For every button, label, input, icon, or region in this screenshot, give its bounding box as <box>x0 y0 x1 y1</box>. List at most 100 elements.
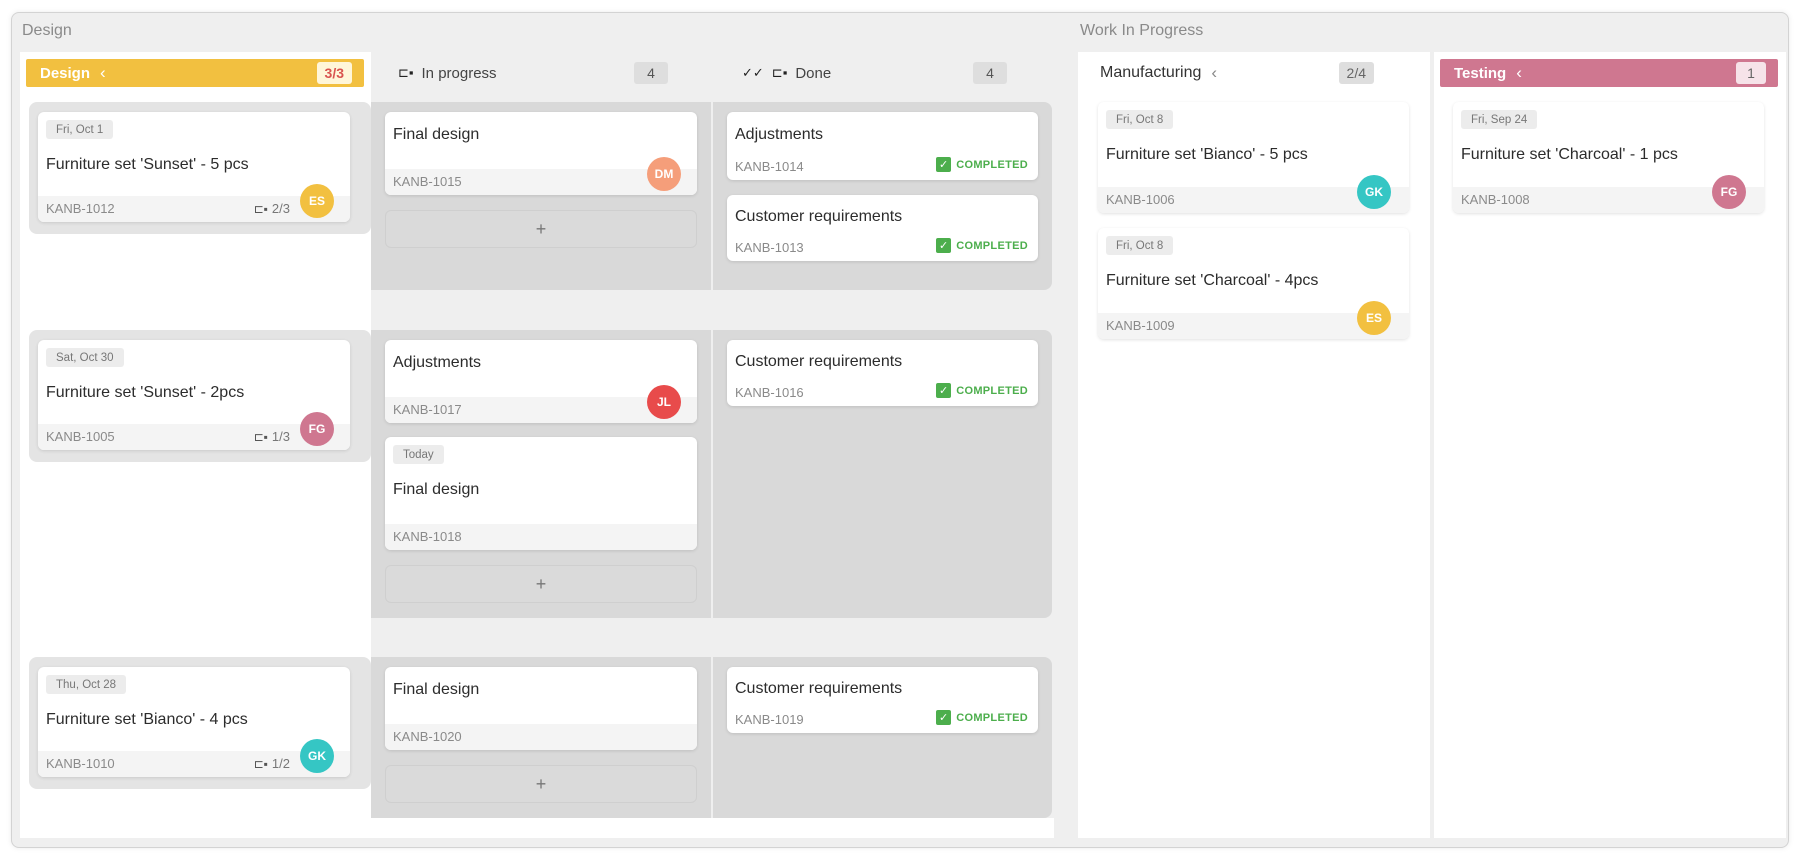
subtask-icon: ⊏▪ <box>253 430 268 444</box>
task-card[interactable]: Customer requirements KANB-1013 ✓ COMPLET… <box>727 195 1038 261</box>
subtask-counter: ⊏▪ 1/2 <box>254 756 290 771</box>
column-header-manufacturing[interactable]: Manufacturing ‹ 2/4 <box>1086 59 1386 87</box>
subtask-icon: ⊏▪ <box>253 202 268 216</box>
task-card[interactable]: Fri, Oct 8 Furniture set 'Charcoal' - 4p… <box>1098 228 1409 339</box>
column-title: Done <box>795 64 832 82</box>
completed-label: COMPLETED <box>956 384 1028 397</box>
column-title: In progress <box>421 64 497 82</box>
subtask-count: 1/3 <box>271 429 290 444</box>
avatar[interactable]: DM <box>647 157 681 191</box>
card-id: KANB-1017 <box>393 402 462 417</box>
subtask-icon: ⊏▪ <box>771 65 788 80</box>
card-id: KANB-1018 <box>393 529 462 544</box>
task-card[interactable]: Today Final design KANB-1018 <box>385 437 697 550</box>
task-card[interactable]: Customer requirements KANB-1016 ✓ COMPLET… <box>727 340 1038 406</box>
card-title: Customer requirements <box>735 353 903 370</box>
section-label-design: Design <box>22 22 72 39</box>
add-card-button[interactable]: + <box>385 565 697 603</box>
column-count: 4 <box>634 62 668 84</box>
due-date-badge: Sat, Oct 30 <box>46 348 124 367</box>
column-count: 4 <box>973 62 1007 84</box>
card-id: KANB-1012 <box>46 201 115 216</box>
due-date-badge: Fri, Oct 8 <box>1106 110 1174 129</box>
check-icon: ✓ <box>936 157 952 172</box>
chevron-left-icon[interactable]: ‹ <box>100 63 106 83</box>
add-card-button[interactable]: + <box>385 765 697 803</box>
card-title: Adjustments <box>735 126 824 143</box>
task-card[interactable]: Customer requirements KANB-1019 ✓ COMPLET… <box>727 667 1038 733</box>
card-id: KANB-1008 <box>1461 192 1530 207</box>
column-header-testing[interactable]: Testing ‹ 1 <box>1440 59 1778 87</box>
avatar[interactable]: JL <box>647 385 681 419</box>
subtask-icon: ⊏▪ <box>398 65 414 80</box>
parent-card[interactable]: Sat, Oct 30 Furniture set 'Sunset' - 2pc… <box>38 340 350 450</box>
card-title: Final design <box>393 126 480 143</box>
column-title: Manufacturing <box>1100 64 1202 81</box>
column-header-in-progress[interactable]: ⊏▪ In progress 4 <box>398 59 668 87</box>
check-icon: ✓ <box>936 383 952 398</box>
column-count: 3/3 <box>316 62 352 84</box>
avatar[interactable]: FG <box>1712 175 1746 209</box>
column-title: Design <box>40 64 91 82</box>
card-title: Adjustments <box>393 354 482 371</box>
subtask-icon: ⊏▪ <box>253 757 268 771</box>
card-id: KANB-1006 <box>1106 192 1175 207</box>
completed-status: ✓ COMPLETED <box>936 710 1028 725</box>
column-header-design[interactable]: Design ‹ 3/3 <box>26 59 364 87</box>
task-card[interactable]: Adjustments KANB-1014 ✓ COMPLETED <box>727 112 1038 180</box>
subtask-count: 1/2 <box>271 756 290 771</box>
column-title: Testing <box>1454 64 1507 82</box>
due-date-badge: Today <box>393 445 444 464</box>
card-title: Furniture set 'Charcoal' - 1 pcs <box>1461 146 1678 163</box>
card-title: Furniture set 'Sunset' - 2pcs <box>46 384 245 401</box>
task-card[interactable]: Fri, Oct 8 Furniture set 'Bianco' - 5 pc… <box>1098 102 1409 213</box>
column-header-done[interactable]: ✓✓ ⊏▪ Done 4 <box>742 59 1007 87</box>
plus-icon: + <box>535 573 547 594</box>
task-card[interactable]: Final design KANB-1015 DM <box>385 112 697 195</box>
plus-icon: + <box>535 218 547 239</box>
card-id: KANB-1019 <box>735 712 804 727</box>
card-title: Final design <box>393 481 480 498</box>
avatar[interactable]: ES <box>1357 301 1391 335</box>
task-card[interactable]: Final design KANB-1020 <box>385 667 697 750</box>
card-title: Customer requirements <box>735 208 903 225</box>
card-id: KANB-1010 <box>46 756 115 771</box>
task-card[interactable]: Fri, Sep 24 Furniture set 'Charcoal' - 1… <box>1453 102 1764 213</box>
card-id: KANB-1020 <box>393 729 462 744</box>
completed-status: ✓ COMPLETED <box>936 238 1028 253</box>
parent-card[interactable]: Thu, Oct 28 Furniture set 'Bianco' - 4 p… <box>38 667 350 777</box>
due-date-badge: Fri, Sep 24 <box>1461 110 1538 129</box>
plus-icon: + <box>535 773 547 794</box>
card-id: KANB-1013 <box>735 240 804 255</box>
completed-label: COMPLETED <box>956 711 1028 724</box>
card-id: KANB-1014 <box>735 159 804 174</box>
avatar[interactable]: ES <box>300 184 334 218</box>
subcolumn-bottom-area <box>371 818 1054 838</box>
completed-status: ✓ COMPLETED <box>936 383 1028 398</box>
card-id: KANB-1005 <box>46 429 115 444</box>
chevron-left-icon[interactable]: ‹ <box>1211 63 1217 83</box>
avatar[interactable]: FG <box>300 412 334 446</box>
card-title: Final design <box>393 681 480 698</box>
check-icon: ✓ <box>936 710 952 725</box>
due-date-badge: Fri, Oct 1 <box>46 120 114 139</box>
card-title: Furniture set 'Bianco' - 4 pcs <box>46 711 248 728</box>
subtask-counter: ⊏▪ 1/3 <box>254 429 290 444</box>
column-count: 1 <box>1736 62 1766 84</box>
check-icon: ✓ <box>936 238 952 253</box>
completed-label: COMPLETED <box>956 158 1028 171</box>
subtask-counter: ⊏▪ 2/3 <box>254 201 290 216</box>
task-card[interactable]: Adjustments KANB-1017 JL <box>385 340 697 423</box>
avatar[interactable]: GK <box>1357 175 1391 209</box>
card-id: KANB-1015 <box>393 174 462 189</box>
card-id: KANB-1016 <box>735 385 804 400</box>
subtask-count: 2/3 <box>271 201 290 216</box>
parent-card[interactable]: Fri, Oct 1 Furniture set 'Sunset' - 5 pc… <box>38 112 350 222</box>
card-title: Furniture set 'Sunset' - 5 pcs <box>46 156 249 173</box>
add-card-button[interactable]: + <box>385 210 697 248</box>
completed-label: COMPLETED <box>956 239 1028 252</box>
avatar[interactable]: GK <box>300 739 334 773</box>
chevron-left-icon[interactable]: ‹ <box>1516 63 1522 83</box>
due-date-badge: Thu, Oct 28 <box>46 675 127 694</box>
card-title: Customer requirements <box>735 680 903 697</box>
